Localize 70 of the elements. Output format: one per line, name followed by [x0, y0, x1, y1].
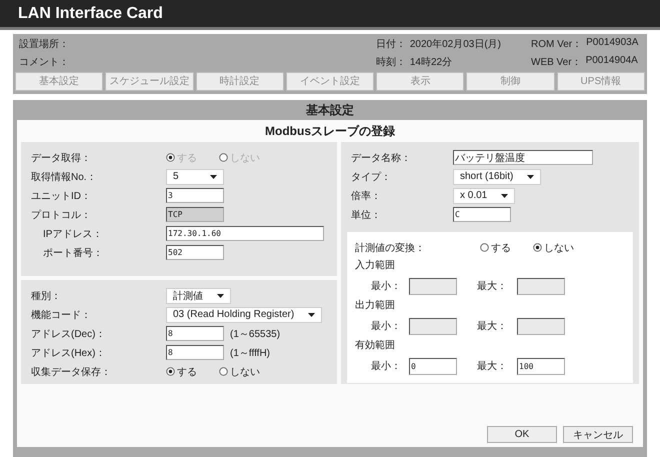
max-label: 最大：	[476, 320, 508, 333]
rom-version: P0014903A	[586, 37, 638, 50]
field-label: 種別：	[31, 290, 62, 302]
caret-icon	[527, 174, 534, 178]
input-field[interactable]: 8	[166, 326, 224, 341]
caret-icon	[501, 194, 508, 198]
input-field[interactable]: 8	[166, 345, 224, 360]
input-field[interactable]: バッテリ盤温度	[453, 150, 593, 165]
field-label: IPアドレス：	[42, 228, 104, 240]
location-label: 設置場所：	[19, 38, 70, 51]
dropdown[interactable]: short (16bit)	[453, 168, 542, 184]
app-title: LAN Interface Card	[18, 4, 163, 22]
field-label: 倍率：	[350, 190, 382, 202]
radio-button-icon[interactable]	[166, 367, 175, 376]
field-label: 単位：	[350, 208, 382, 222]
comment-label: コメント：	[19, 56, 70, 69]
date-value: 2020年02月03日(月)	[410, 38, 501, 51]
radio-option[interactable]: しない	[219, 364, 260, 378]
field-label: アドレス(Hex)：	[31, 346, 106, 360]
radio-button-icon[interactable]	[533, 243, 542, 252]
dropdown[interactable]: x 0.01	[453, 188, 516, 204]
radio-button-icon[interactable]	[480, 243, 489, 252]
range-title: 入力範囲	[355, 258, 396, 273]
dropdown[interactable]: 計測値	[166, 288, 231, 304]
field-label: 計測値の変換：	[355, 242, 426, 254]
max-label: 最大：	[476, 280, 508, 293]
field-label: 取得情報No.：	[31, 170, 98, 184]
range-hint: (1～ffffH)	[230, 346, 270, 360]
field-label: 機能コード：	[31, 308, 92, 322]
input-field[interactable]: 502	[166, 245, 224, 260]
dropdown[interactable]: 03 (Read Holding Register)	[166, 306, 322, 322]
radio-option[interactable]: する	[480, 240, 511, 254]
date-label: 日付：	[376, 38, 406, 51]
range-hint: (1～65535)	[230, 328, 280, 340]
radio-option[interactable]: する	[166, 364, 197, 378]
field-label: データ取得：	[31, 152, 92, 164]
field-label: 収集データ保存：	[31, 366, 112, 378]
time-value: 14時22分	[410, 56, 452, 69]
max-field[interactable]: 100	[517, 358, 565, 374]
input-field[interactable]: 172.30.1.60	[166, 226, 324, 241]
web-version: P0014904A	[586, 55, 638, 68]
radio-option[interactable]: しない	[533, 240, 574, 254]
field-label: データ名称：	[350, 152, 412, 164]
field-label: プロトコル：	[31, 208, 92, 222]
web-version-label: WEB Ver：	[531, 56, 582, 69]
caret-icon	[308, 312, 316, 316]
readonly-field[interactable]: TCP	[166, 207, 224, 222]
field-label: アドレス(Dec)：	[31, 328, 106, 340]
time-label: 時刻：	[376, 56, 406, 69]
radio-button-icon[interactable]	[219, 367, 228, 376]
min-label: 最小：	[370, 360, 402, 373]
section-title: 基本設定	[305, 102, 355, 119]
input-field[interactable]: 3	[166, 188, 224, 203]
min-label: 最小：	[370, 280, 402, 293]
input-field[interactable]: C	[453, 207, 511, 222]
dropdown[interactable]: 5	[166, 168, 224, 184]
form-title: Modbusスレーブの登録	[264, 123, 396, 140]
ok-button[interactable]: OK	[487, 426, 557, 443]
min-field[interactable]: 0	[409, 358, 457, 374]
range-title: 有効範囲	[355, 338, 396, 353]
max-label: 最大：	[476, 360, 508, 373]
field-label: ポート番号：	[42, 246, 104, 260]
field-label: ユニットID：	[31, 190, 92, 202]
cancel-button[interactable]: キャンセル	[563, 426, 633, 443]
caret-icon	[217, 294, 224, 298]
caret-icon	[210, 174, 217, 178]
range-title: 出力範囲	[355, 298, 396, 313]
field-label: タイプ：	[350, 170, 392, 184]
rom-version-label: ROM Ver：	[531, 38, 582, 51]
min-label: 最小：	[370, 320, 402, 333]
